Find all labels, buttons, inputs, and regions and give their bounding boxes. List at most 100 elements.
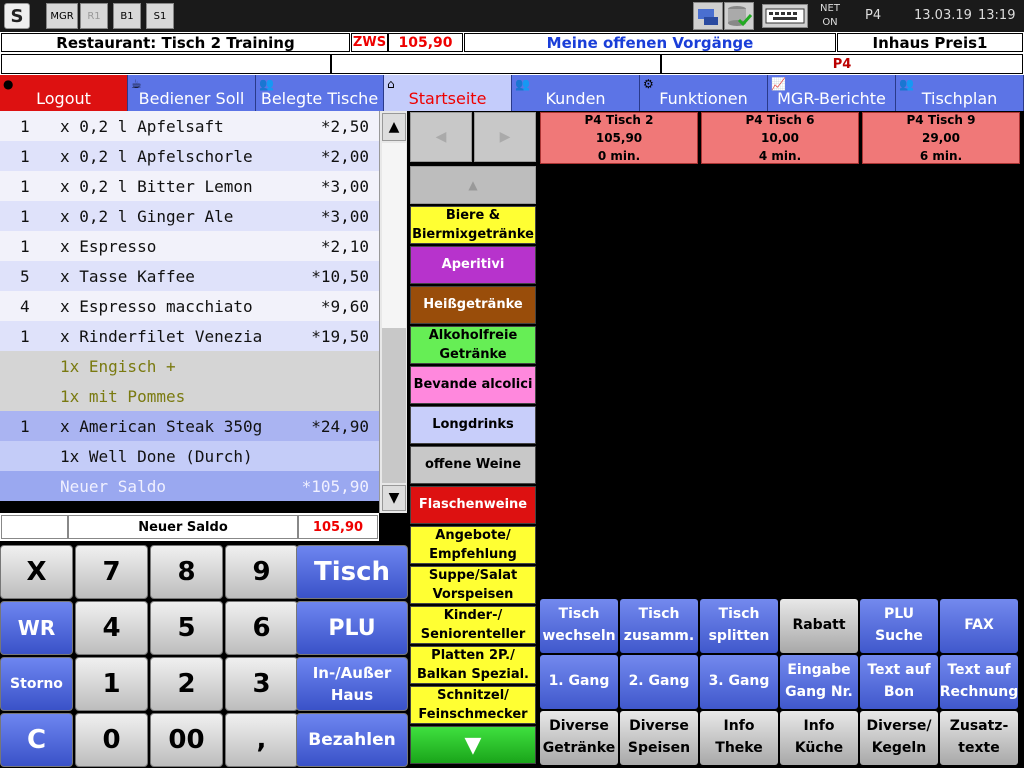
app-logo-icon[interactable]: S xyxy=(4,3,30,29)
key-1[interactable]: 1 xyxy=(75,657,148,711)
logout-icon: ● xyxy=(3,77,14,91)
tab-bediener-soll[interactable]: ☕ Bediener Soll xyxy=(128,75,256,111)
key-2[interactable]: 2 xyxy=(150,657,223,711)
tab-kunden[interactable]: 👥 Kunden xyxy=(512,75,640,111)
category-suppe-salat[interactable]: Suppe/Salat Vorspeisen xyxy=(410,566,536,604)
table-card-tisch-2[interactable]: P4 Tisch 2 105,90 0 min. xyxy=(540,112,698,164)
category-aperitivi[interactable]: Aperitivi xyxy=(410,246,536,284)
key-9[interactable]: 9 xyxy=(225,545,298,599)
tisch-button[interactable]: Tisch xyxy=(296,545,408,599)
scroll-up-icon[interactable]: ▲ xyxy=(382,113,406,141)
tab-startseite[interactable]: ⌂ Startseite xyxy=(384,75,512,111)
diverse-getraenke-button[interactable]: Diverse Getränke xyxy=(540,711,618,765)
scroll-thumb[interactable] xyxy=(382,328,406,483)
nav-left-button[interactable]: ◀ xyxy=(410,112,472,162)
list-item[interactable]: 4 x Espresso macchiato *9,60 xyxy=(0,291,379,321)
info-theke-button[interactable]: Info Theke xyxy=(700,711,778,765)
order-scrollbar[interactable]: ▲ ▼ xyxy=(379,111,407,513)
list-item-modifier[interactable]: 1x Well Done (Durch) xyxy=(0,441,379,471)
storno-button[interactable]: Storno xyxy=(0,657,73,711)
in-ausser-haus-button[interactable]: In-/Außer Haus xyxy=(296,657,408,711)
key-4[interactable]: 4 xyxy=(75,601,148,655)
people-icon: 👥 xyxy=(899,77,914,91)
s1-button[interactable]: S1 xyxy=(146,3,174,29)
tab-funktionen[interactable]: ⚙ Funktionen xyxy=(640,75,768,111)
category-platten[interactable]: Platten 2P./ Balkan Spezial. xyxy=(410,646,536,684)
key-00[interactable]: 00 xyxy=(150,713,223,767)
gang-3-button[interactable]: 3. Gang xyxy=(700,655,778,709)
key-8[interactable]: 8 xyxy=(150,545,223,599)
table-card-tisch-9[interactable]: P4 Tisch 9 29,00 6 min. xyxy=(862,112,1020,164)
text-auf-bon-button[interactable]: Text auf Bon xyxy=(860,655,938,709)
scroll-track[interactable] xyxy=(382,143,406,328)
table-card-time: 6 min. xyxy=(919,149,963,163)
zusatztexte-button[interactable]: Zusatz- texte xyxy=(940,711,1018,765)
keyboard-icon[interactable] xyxy=(762,4,808,28)
key-5[interactable]: 5 xyxy=(150,601,223,655)
key-comma[interactable]: , xyxy=(225,713,298,767)
key-0[interactable]: 0 xyxy=(75,713,148,767)
gang-2-button[interactable]: 2. Gang xyxy=(620,655,698,709)
diverse-speisen-button[interactable]: Diverse Speisen xyxy=(620,711,698,765)
list-item[interactable]: 1 x 0,2 l Apfelsaft *2,50 xyxy=(0,111,379,141)
tisch-zusamm-button[interactable]: Tisch zusamm. xyxy=(620,599,698,653)
eingabe-gang-nr-button[interactable]: Eingabe Gang Nr. xyxy=(780,655,858,709)
category-longdrinks[interactable]: Longdrinks xyxy=(410,406,536,444)
category-flaschenweine[interactable]: Flaschenweine xyxy=(410,486,536,524)
list-item[interactable]: 1 x Espresso *2,10 xyxy=(0,231,379,261)
list-item-modifier[interactable]: 1x mit Pommes xyxy=(0,381,379,411)
r1-button[interactable]: R1 xyxy=(80,3,108,29)
category-heissgetraenke[interactable]: Heißgetränke xyxy=(410,286,536,324)
key-7[interactable]: 7 xyxy=(75,545,148,599)
tab-belegte-tische[interactable]: 👥 Belegte Tische xyxy=(256,75,384,111)
text-auf-rechnung-button[interactable]: Text auf Rechnung xyxy=(940,655,1018,709)
key-3[interactable]: 3 xyxy=(225,657,298,711)
order-list[interactable]: 1 x 0,2 l Apfelsaft *2,50 1 x 0,2 l Apfelsc… xyxy=(0,111,379,501)
plu-button[interactable]: PLU xyxy=(296,601,408,655)
list-item-modifier[interactable]: 1x Engisch + xyxy=(0,351,379,381)
fax-button[interactable]: FAX xyxy=(940,599,1018,653)
printer-label: P4 xyxy=(865,8,882,23)
tab-tischplan[interactable]: 👥 Tischplan xyxy=(896,75,1024,111)
database-check-icon[interactable] xyxy=(724,2,754,30)
category-kinder[interactable]: Kinder-/ Seniorenteller xyxy=(410,606,536,644)
list-item[interactable]: 1 x Rinderfilet Venezia *19,50 xyxy=(0,321,379,351)
category-bevande[interactable]: Bevande alcolici xyxy=(410,366,536,404)
rabatt-button[interactable]: Rabatt xyxy=(780,599,858,653)
category-alkoholfreie[interactable]: Alkoholfreie Getränke xyxy=(410,326,536,364)
info2-cell-1 xyxy=(1,54,331,74)
gang-1-button[interactable]: 1. Gang xyxy=(540,655,618,709)
scroll-down-icon[interactable]: ▼ xyxy=(382,485,406,511)
mgr-button[interactable]: MGR xyxy=(46,3,78,29)
saldo-label: Neuer Saldo xyxy=(68,515,298,539)
key-x[interactable]: X xyxy=(0,545,73,599)
tisch-wechseln-button[interactable]: Tisch wechseln xyxy=(540,599,618,653)
list-item[interactable]: 5 x Tasse Kaffee *10,50 xyxy=(0,261,379,291)
b1-button[interactable]: B1 xyxy=(113,3,141,29)
category-schnitzel[interactable]: Schnitzel/ Feinschmecker xyxy=(410,686,536,724)
nav-down-button[interactable]: ▼ xyxy=(410,726,536,764)
chart-icon: 📈 xyxy=(771,77,786,91)
bezahlen-button[interactable]: Bezahlen xyxy=(296,713,408,767)
info-kueche-button[interactable]: Info Küche xyxy=(780,711,858,765)
plu-suche-button[interactable]: PLU Suche xyxy=(860,599,938,653)
open-tasks-link[interactable]: Meine offenen Vorgänge xyxy=(464,33,836,52)
list-item[interactable]: 1 x 0,2 l Bitter Lemon *3,00 xyxy=(0,171,379,201)
key-6[interactable]: 6 xyxy=(225,601,298,655)
nav-right-button[interactable]: ▶ xyxy=(474,112,536,162)
category-angebote[interactable]: Angebote/ Empfehlung xyxy=(410,526,536,564)
diverse-kegeln-button[interactable]: Diverse/ Kegeln xyxy=(860,711,938,765)
key-wr[interactable]: WR xyxy=(0,601,73,655)
list-item[interactable]: 1 x 0,2 l Ginger Ale *3,00 xyxy=(0,201,379,231)
tisch-splitten-button[interactable]: Tisch splitten xyxy=(700,599,778,653)
list-item[interactable]: 1 x 0,2 l Apfelschorle *2,00 xyxy=(0,141,379,171)
category-offene-weine[interactable]: offene Weine xyxy=(410,446,536,484)
key-c[interactable]: C xyxy=(0,713,73,767)
nav-up-button[interactable]: ▲ xyxy=(410,166,536,204)
network-tools-icon[interactable] xyxy=(693,2,723,30)
category-biere[interactable]: Biere & Biermixgetränke xyxy=(410,206,536,244)
list-item-selected[interactable]: 1 x American Steak 350g *24,90 xyxy=(0,411,379,441)
tab-logout[interactable]: ● Logout xyxy=(0,75,128,111)
tab-mgr-berichte[interactable]: 📈 MGR-Berichte xyxy=(768,75,896,111)
table-card-tisch-6[interactable]: P4 Tisch 6 10,00 4 min. xyxy=(701,112,859,164)
